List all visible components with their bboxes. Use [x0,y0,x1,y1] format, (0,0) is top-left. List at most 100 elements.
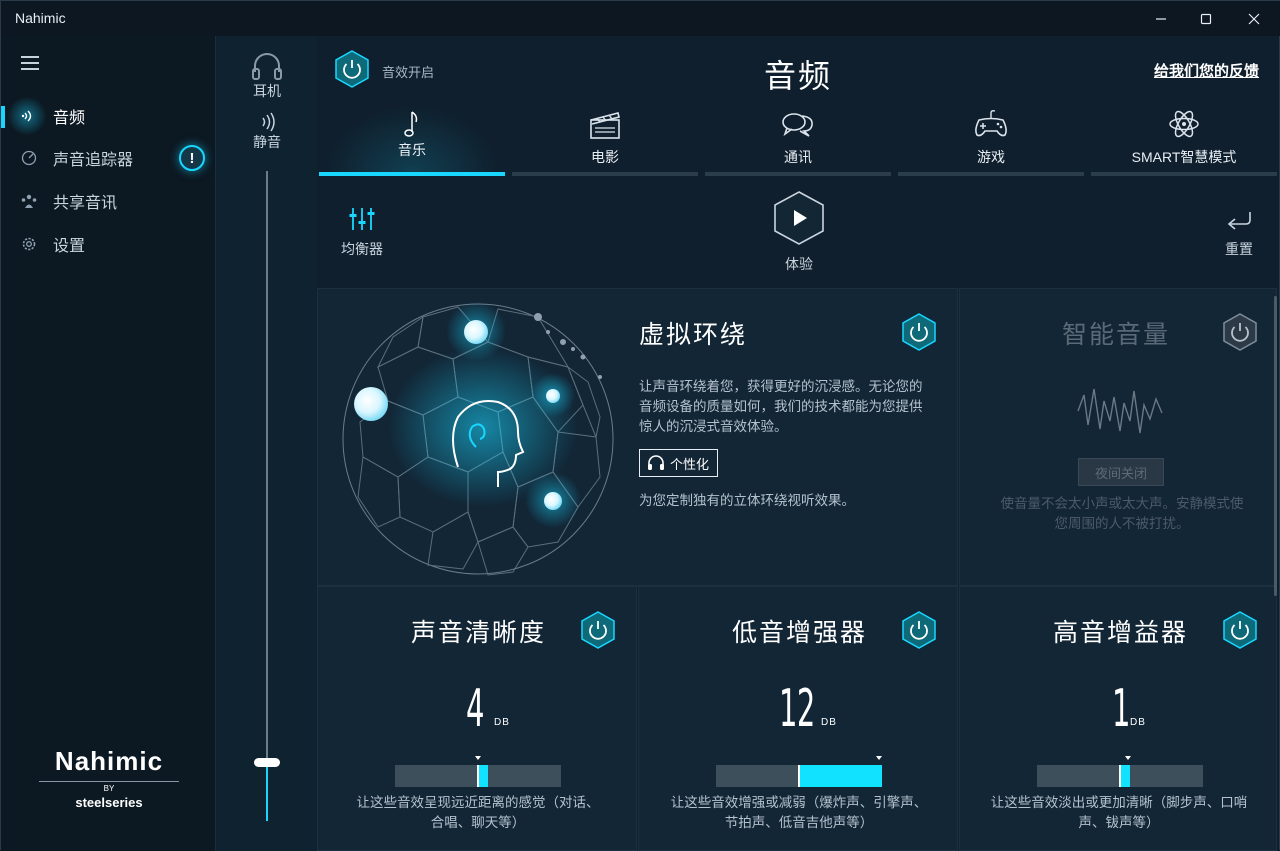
title-bar: Nahimic [1,1,1280,36]
reset-button[interactable]: 重置 [1219,208,1259,259]
virtual-surround-description: 让声音环绕着您，获得更好的沉浸感。无论您的音频设备的质量如何，我们的技术都能为您… [639,379,923,434]
nav-label-settings: 设置 [53,238,86,255]
minimize-button[interactable] [1137,1,1185,36]
tab-label: 游戏 [977,149,1005,165]
bass-boost-value: 12 [779,679,815,739]
minimize-icon [1156,17,1166,20]
slider-handle[interactable] [477,765,479,787]
tab-smart-mode[interactable]: SMART智慧模式 [1089,100,1279,176]
treble-boost-description: 让这些音效淡出或更加清晰（脚步声、口哨声、钹声等） [990,795,1248,830]
music-note-icon [317,108,507,140]
nav-item-share-audio[interactable]: 共享音讯 [1,181,215,221]
atom-icon [1089,108,1279,140]
slider-handle[interactable] [798,765,800,787]
nav-item-audio[interactable]: 音频 [1,96,215,136]
equalizer-button[interactable]: 均衡器 [337,206,387,259]
headphone-device[interactable]: 耳机 [216,50,318,101]
sound-wave-icon [262,112,275,132]
virtual-surround-power-button[interactable] [900,313,938,351]
equalizer-icon [349,208,375,230]
smart-volume-power-button[interactable] [1221,313,1259,351]
nav-item-settings[interactable]: 设置 [1,224,215,264]
voice-clarity-title: 声音清晰度 [411,619,547,647]
undo-arrow-icon [1227,212,1251,230]
voice-clarity-description: 让这些音效呈现远近距离的感觉（对话、合唱、聊天等） [356,795,600,830]
left-navigation: 音频 声音追踪器 ! 共享音讯 设置 Nahimic BY steelserie… [1,36,215,851]
treble-boost-unit: DB [1130,717,1146,728]
tab-label: 通讯 [784,149,812,165]
headphone-icon [252,53,282,80]
tab-music[interactable]: 音乐 [317,100,507,176]
surround-sphere-illustration [342,301,614,576]
brand-by: BY [39,781,179,793]
feedback-link[interactable]: 给我们您的反馈 [1154,60,1259,81]
maximize-icon [1200,13,1212,24]
experience-label: 体验 [785,256,813,272]
close-icon [1248,13,1260,24]
mute-label: 静音 [253,134,281,150]
brand-partner: steelseries [75,795,143,810]
tab-game[interactable]: 游戏 [896,100,1086,176]
treble-boost-panel: 高音增益器 1 DB 让这些音效淡出或更加清晰（脚步声、口哨声、钹声等） [959,586,1277,851]
bass-boost-panel: 低音增强器 12 DB 让这些音效增强或减弱（爆炸声、引擎声、节拍声、低音吉他声… [638,586,958,851]
voice-clarity-slider[interactable] [395,756,561,787]
gear-icon [19,234,39,254]
device-label: 耳机 [253,83,281,99]
voice-clarity-value: 4 [466,679,484,739]
virtual-surround-title: 虚拟环绕 [639,321,748,349]
profile-tabs: 音乐 电影 通讯 游戏 SMART智慧模式 [317,100,1279,176]
mute-button[interactable]: 静音 [216,111,318,152]
audio-wave-icon [19,106,39,126]
tab-communication[interactable]: 通讯 [703,100,893,176]
bass-boost-unit: DB [821,717,837,728]
hamburger-menu-icon[interactable] [21,56,39,70]
tab-label: 音乐 [398,142,426,158]
bass-boost-slider[interactable] [716,756,882,787]
treble-boost-title: 高音增益器 [1053,619,1189,647]
experience-play-button[interactable] [773,190,825,246]
personalize-note: 为您定制独有的立体环绕视听效果。 [639,493,855,508]
tab-label: 电影 [591,149,619,165]
scrollbar[interactable] [1274,296,1277,596]
tab-label: SMART智慧模式 [1131,149,1237,165]
waveform-icon [1077,388,1163,434]
close-button[interactable] [1230,1,1278,36]
tab-movie[interactable]: 电影 [510,100,700,176]
main-content: 音效开启 音频 给我们您的反馈 音乐 电影 通讯 游戏 SMART智慧模式 均衡… [317,36,1279,851]
alert-badge[interactable]: ! [179,145,205,171]
volume-slider-thumb[interactable] [254,757,280,767]
reset-label: 重置 [1225,241,1253,257]
personalize-button[interactable]: 个性化 [639,449,719,477]
gamepad-icon [896,108,1086,140]
audio-toolbar: 均衡器 体验 重置 [317,176,1279,288]
nahimic-logo: Nahimic BY steelseries [39,746,179,810]
bass-boost-power-button[interactable] [900,611,938,649]
volume-slider-track[interactable] [266,171,268,821]
nav-label-share-audio: 共享音讯 [53,195,118,212]
sound-tracker-icon [19,148,39,168]
voice-clarity-power-button[interactable] [579,611,617,649]
header-bar: 音效开启 音频 给我们您的反馈 [317,36,1279,100]
smart-volume-panel: 智能音量 夜间关闭 使音量不会太小声或太大声。安静模式使您周围的人不被打扰。 [959,288,1277,586]
voice-clarity-panel: 声音清晰度 4 DB 让这些音效呈现远近距离的感觉（对话、合唱、聊天等） [317,586,637,851]
app-window: Nahimic 音频 声音追踪器 ! 共享音讯 设置 Nahimic BY st… [0,0,1280,851]
bass-boost-description: 让这些音效增强或减弱（爆炸声、引擎声、节拍声、低音吉他声等） [670,795,928,830]
window-title: Nahimic [15,10,66,26]
page-title: 音频 [763,58,832,94]
maximize-button[interactable] [1182,1,1230,36]
voice-clarity-unit: DB [494,717,510,728]
treble-boost-power-button[interactable] [1221,611,1259,649]
virtual-surround-panel: 虚拟环绕 让声音环绕着您，获得更好的沉浸感。无论您的音频设备的质量如何，我们的技… [317,288,958,586]
equalizer-label: 均衡器 [341,241,383,257]
night-mode-button[interactable]: 夜间关闭 [1078,458,1164,486]
slider-handle[interactable] [1119,765,1121,787]
volume-column: 耳机 静音 [215,36,317,851]
chat-bubbles-icon [703,108,893,140]
clapperboard-icon [510,108,700,140]
smart-volume-description: 使音量不会太小声或太大声。安静模式使您周围的人不被打扰。 [1000,496,1244,531]
nav-item-sound-tracker[interactable]: 声音追踪器 ! [1,138,215,178]
headphone-icon [648,455,664,470]
share-audio-icon [19,191,39,211]
nav-label-sound-tracker: 声音追踪器 [53,152,134,169]
treble-boost-slider[interactable] [1037,756,1203,787]
